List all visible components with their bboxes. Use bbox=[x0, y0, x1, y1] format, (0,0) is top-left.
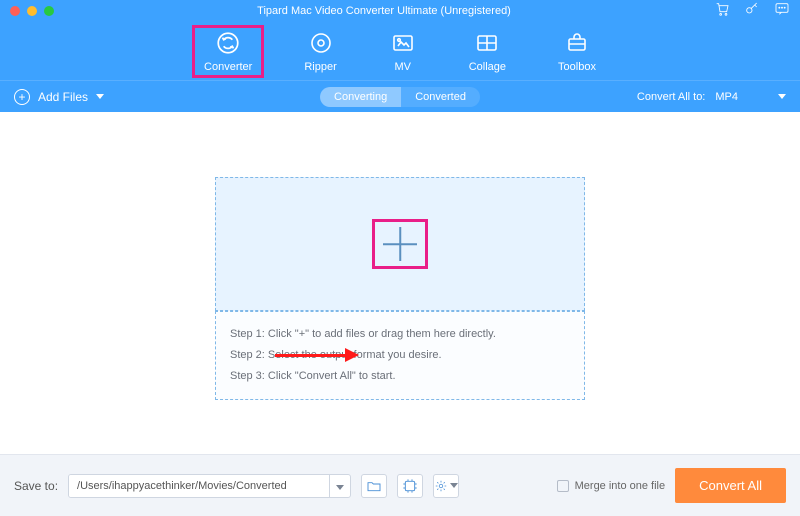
checkbox-box bbox=[557, 480, 569, 492]
instructions-panel: Step 1: Click "+" to add files or drag t… bbox=[215, 311, 585, 400]
ripper-icon bbox=[307, 29, 335, 57]
minimize-window-button[interactable] bbox=[27, 6, 37, 16]
instruction-step-3: Step 3: Click "Convert All" to start. bbox=[230, 366, 570, 387]
cart-icon[interactable] bbox=[714, 1, 730, 22]
nav-mv-label: MV bbox=[394, 61, 411, 73]
main-nav: Converter Ripper MV Collage Toolbox bbox=[0, 22, 800, 80]
merge-label: Merge into one file bbox=[575, 480, 666, 492]
nav-converter[interactable]: Converter bbox=[194, 27, 262, 76]
converter-icon bbox=[214, 29, 242, 57]
window-controls bbox=[10, 6, 54, 16]
subbar: + Add Files Converting Converted Convert… bbox=[0, 80, 800, 112]
tab-converted[interactable]: Converted bbox=[401, 87, 480, 107]
chevron-down-icon bbox=[450, 483, 458, 488]
save-path-input[interactable] bbox=[69, 475, 329, 497]
open-folder-button[interactable] bbox=[361, 474, 387, 498]
tab-converting[interactable]: Converting bbox=[320, 87, 401, 107]
output-format-select[interactable]: MP4 bbox=[715, 91, 786, 103]
drop-zone: Step 1: Click "+" to add files or drag t… bbox=[215, 177, 585, 400]
plus-circle-icon: + bbox=[14, 89, 30, 105]
save-to-label: Save to: bbox=[14, 479, 58, 493]
chevron-down-icon bbox=[96, 94, 104, 99]
key-icon[interactable] bbox=[744, 1, 760, 22]
drop-area[interactable] bbox=[215, 177, 585, 311]
title-actions bbox=[714, 1, 790, 22]
nav-converter-label: Converter bbox=[204, 61, 252, 73]
titlebar: Tipard Mac Video Converter Ultimate (Unr… bbox=[0, 0, 800, 22]
save-path-dropdown[interactable] bbox=[329, 475, 350, 497]
nav-collage[interactable]: Collage bbox=[469, 29, 506, 73]
add-files-label: Add Files bbox=[38, 90, 88, 104]
annotation-highlight bbox=[372, 219, 428, 269]
annotation-arrow bbox=[275, 348, 359, 362]
conversion-tabs: Converting Converted bbox=[320, 87, 480, 107]
toolbox-icon bbox=[563, 29, 591, 57]
nav-collage-label: Collage bbox=[469, 61, 506, 73]
convert-all-to-label: Convert All to: bbox=[637, 91, 705, 103]
chevron-down-icon bbox=[778, 94, 786, 99]
nav-ripper[interactable]: Ripper bbox=[304, 29, 336, 73]
nav-mv[interactable]: MV bbox=[389, 29, 417, 73]
convert-all-button[interactable]: Convert All bbox=[675, 468, 786, 503]
instruction-step-1: Step 1: Click "+" to add files or drag t… bbox=[230, 324, 570, 345]
collage-icon bbox=[473, 29, 501, 57]
hardware-accel-button[interactable] bbox=[397, 474, 423, 498]
output-format-value: MP4 bbox=[715, 91, 738, 103]
add-files-button[interactable]: + Add Files bbox=[14, 89, 104, 105]
nav-toolbox[interactable]: Toolbox bbox=[558, 29, 596, 73]
chevron-down-icon bbox=[336, 485, 344, 490]
feedback-icon[interactable] bbox=[774, 1, 790, 22]
nav-ripper-label: Ripper bbox=[304, 61, 336, 73]
merge-checkbox[interactable]: Merge into one file bbox=[557, 480, 666, 492]
settings-button[interactable] bbox=[433, 474, 459, 498]
mv-icon bbox=[389, 29, 417, 57]
save-path-box bbox=[68, 474, 351, 498]
close-window-button[interactable] bbox=[10, 6, 20, 16]
workspace: Step 1: Click "+" to add files or drag t… bbox=[0, 112, 800, 454]
maximize-window-button[interactable] bbox=[44, 6, 54, 16]
convert-all-to: Convert All to: MP4 bbox=[637, 91, 786, 103]
bottom-bar: Save to: Merge into one file Convert All bbox=[0, 454, 800, 516]
nav-toolbox-label: Toolbox bbox=[558, 61, 596, 73]
window-title: Tipard Mac Video Converter Ultimate (Unr… bbox=[54, 5, 714, 17]
